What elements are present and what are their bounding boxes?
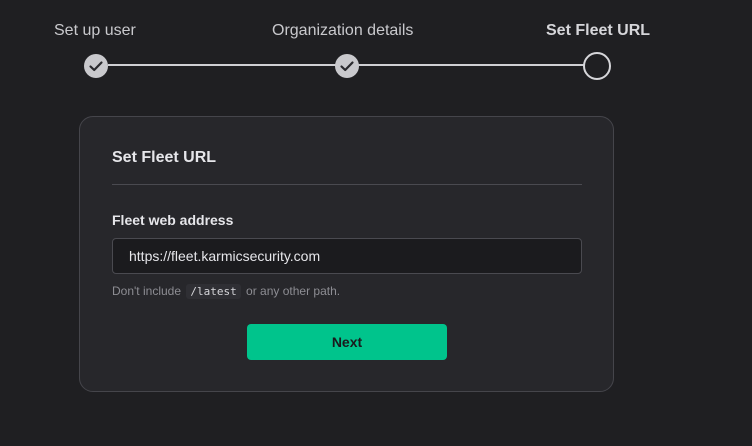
fleet-url-input[interactable] (112, 238, 582, 274)
step-connector-2 (358, 64, 584, 66)
step-label-organization-details: Organization details (272, 22, 414, 39)
setup-page: Set up user Organization details Set Fle… (0, 0, 752, 446)
hint-code: /latest (186, 284, 241, 299)
url-hint: Don't include /latest or any other path. (112, 284, 341, 299)
next-button[interactable]: Next (247, 324, 447, 360)
hint-text-prefix: Don't include (112, 284, 181, 298)
divider (112, 184, 582, 185)
set-fleet-url-card: Set Fleet URL Fleet web address Don't in… (79, 116, 614, 392)
step-connector-1 (108, 64, 336, 66)
step-label-set-up-user: Set up user (54, 22, 136, 39)
step-indicator-complete (84, 54, 108, 78)
hint-text-suffix: or any other path. (246, 284, 341, 298)
step-indicator-complete (335, 54, 359, 78)
check-icon (340, 61, 354, 72)
step-indicator-current (583, 52, 611, 80)
step-label-set-fleet-url: Set Fleet URL (546, 22, 651, 39)
card-title: Set Fleet URL (112, 149, 217, 166)
fleet-web-address-label: Fleet web address (112, 212, 234, 228)
check-icon (89, 61, 103, 72)
